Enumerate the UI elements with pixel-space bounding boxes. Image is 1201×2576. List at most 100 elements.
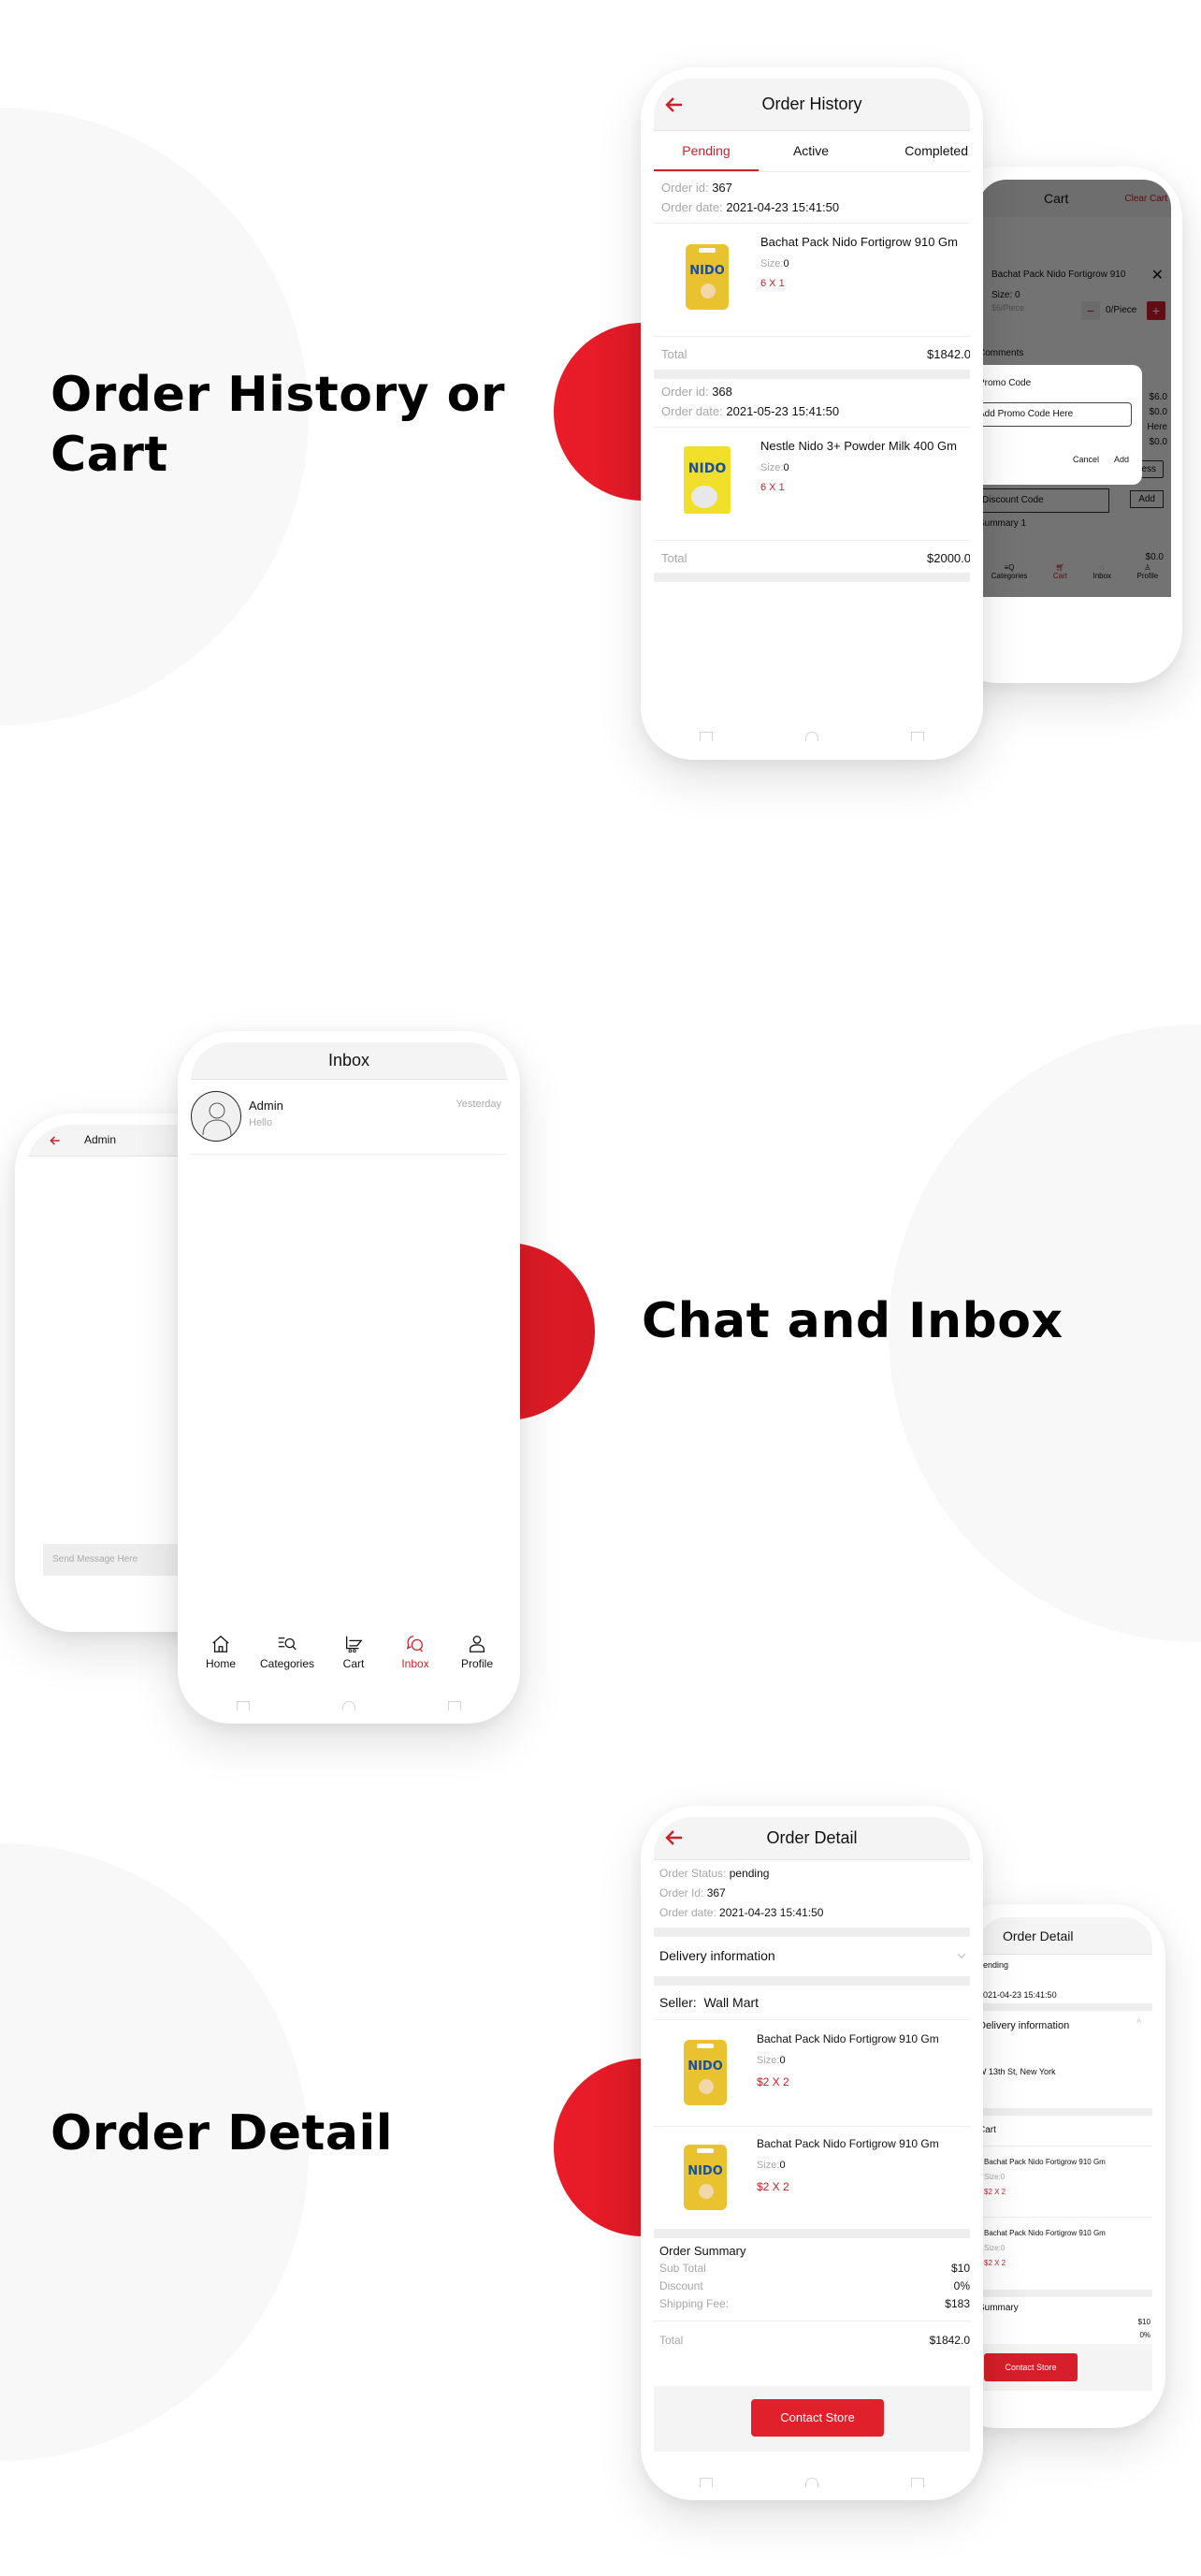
nav-cart[interactable]: Cart — [326, 1634, 382, 1681]
categories-search-icon — [278, 1637, 297, 1651]
promo-code-input[interactable]: Add Promo Code Here — [978, 402, 1132, 427]
delivery-info-header[interactable]: Delivery information — [654, 1937, 970, 1976]
order-total: $1842.0 — [929, 2334, 970, 2347]
order-history-phone: Order History Pending Active Completed O… — [641, 67, 983, 760]
home-system-button[interactable] — [804, 2478, 818, 2487]
order-meta: Order Status: pending Order Id: 367 Orde… — [659, 1867, 824, 1919]
back-system-button[interactable] — [910, 2478, 924, 2487]
order-detail-back-screen: Order Detail pending 2021-04-23 15:41:50… — [978, 1917, 1152, 2404]
order-total: $2000.0 — [927, 550, 970, 565]
inbox-phone: Inbox Admin Hello Yesterday Home Categor… — [178, 1031, 520, 1724]
contact-store-button[interactable]: Contact Store — [751, 2399, 884, 2437]
page-title: Order History — [761, 95, 862, 113]
recent-apps-button[interactable] — [700, 2478, 714, 2487]
product-image: NIDO — [684, 2145, 727, 2210]
recent-apps-button[interactable] — [237, 1701, 251, 1710]
product-image: NIDO — [684, 2040, 727, 2105]
tab-completed[interactable]: Completed — [863, 131, 970, 171]
svg-text:NIDO: NIDO — [689, 264, 725, 278]
nav-home[interactable]: Home — [193, 1634, 249, 1681]
promo-code-dialog: Promo Code Add Promo Code Here Cancel Ad… — [978, 365, 1142, 485]
contact-store-button[interactable]: Contact Store — [984, 2353, 1078, 2381]
order-id: 368 — [712, 385, 732, 399]
page-title: Inbox — [327, 1051, 370, 1070]
back-arrow-icon[interactable] — [663, 1826, 686, 1849]
tab-pending[interactable]: Pending — [654, 131, 759, 171]
order-history-screen: Order History Pending Active Completed O… — [654, 79, 970, 749]
seller-info: Seller: Wall Mart — [659, 1995, 760, 2010]
seller-name: Wall Mart — [703, 1995, 760, 2010]
cart-screen: Cart Clear Cart Bachat Pack Nido Fortigr… — [978, 180, 1171, 648]
order-item: Bachat Pack Nido Fortigrow 910 Gm Size:0… — [984, 2229, 1106, 2267]
home-icon — [212, 1635, 229, 1652]
back-system-button[interactable] — [910, 732, 924, 741]
product-size: 0 — [779, 2160, 786, 2171]
product-qty: 6 X 1 — [760, 482, 785, 493]
system-nav-bar — [191, 1701, 507, 1710]
order-history-appbar: Order History — [654, 79, 970, 131]
avatar — [191, 1091, 241, 1142]
thread-time: Yesterday — [456, 1099, 501, 1110]
bottom-nav: Home Categories Cart Inbox Profile — [191, 1634, 507, 1681]
summary-title: Order Summary — [659, 2244, 746, 2258]
product-name: Bachat Pack Nido Fortigrow 910 Gm — [760, 235, 958, 249]
delivery-info-header[interactable]: Delivery information — [978, 2020, 1069, 2031]
order-id: 367 — [706, 1886, 726, 1899]
back-arrow-icon[interactable] — [49, 1134, 62, 1147]
chat-title: Admin — [84, 1133, 117, 1146]
nav-inbox[interactable]: Inbox — [387, 1634, 443, 1681]
action-bar: Contact Store — [654, 2386, 970, 2452]
svg-text:NIDO: NIDO — [687, 2059, 723, 2074]
user-placeholder-icon — [202, 1102, 232, 1136]
svg-text:NIDO: NIDO — [688, 461, 727, 476]
order-item[interactable]: NIDO Bachat Pack Nido Fortigrow 910 Gm S… — [654, 2126, 970, 2231]
chat-bubbles-icon — [406, 1636, 423, 1652]
summary-row: Sub Total $10 — [659, 2262, 970, 2275]
order-detail-screen: Order Detail Order Status: pending Order… — [654, 1817, 970, 2489]
chevron-down-icon[interactable] — [957, 1952, 966, 1959]
order-card[interactable]: Order id: 367 Order date: 2021-04-23 15:… — [654, 178, 970, 371]
section-title-order-detail: Order Detail — [51, 2105, 394, 2161]
order-detail-appbar: Order Detail — [654, 1817, 970, 1860]
inbox-thread[interactable]: Admin Hello Yesterday — [191, 1080, 507, 1155]
home-system-button[interactable] — [804, 732, 818, 741]
back-arrow-icon[interactable] — [663, 94, 686, 116]
promo-cancel-button[interactable]: Cancel — [1073, 455, 1099, 464]
order-id: 367 — [712, 181, 732, 195]
order-detail-phone: Order Detail Order Status: pending Order… — [641, 1806, 983, 2500]
chevron-up-icon[interactable]: ^ — [1136, 2018, 1141, 2029]
order-total-row: Total $1842.0 — [659, 2334, 970, 2347]
order-date: 2021-04-23 15:41:50 — [726, 200, 840, 214]
order-date: 2021-04-23 15:41:50 — [978, 1990, 1057, 2000]
cart-icon — [346, 1636, 363, 1653]
nav-categories[interactable]: Categories — [254, 1634, 320, 1681]
tab-active[interactable]: Active — [759, 131, 863, 171]
address-line-2: W 13th St, New York — [978, 2067, 1056, 2076]
product-image: NIDO — [684, 446, 731, 514]
order-summary: Order Summary Sub Total $10 Discount 0% Sh… — [659, 2244, 970, 2313]
promo-add-button[interactable]: Add — [1114, 455, 1129, 464]
order-item: Bachat Pack Nido Fortigrow 910 Gm Size:0… — [984, 2158, 1106, 2196]
order-detail-back-appbar: Order Detail — [978, 1917, 1152, 1955]
back-system-button[interactable] — [447, 1701, 461, 1710]
order-status: pending — [729, 1867, 770, 1880]
section-title-order-history: Order History or Cart — [51, 367, 505, 483]
product-image: NIDO — [686, 244, 729, 310]
order-item[interactable]: NIDO Bachat Pack Nido Fortigrow 910 Gm S… — [654, 2021, 970, 2126]
product-size: 0 — [783, 258, 789, 269]
svg-text:NIDO: NIDO — [687, 2164, 723, 2178]
nav-profile[interactable]: Profile — [449, 1634, 505, 1681]
page-title: Order Detail — [766, 1828, 858, 1847]
order-total: $1842.0 — [927, 346, 970, 361]
product-name: Nestle Nido 3+ Powder Milk 400 Gm — [760, 439, 957, 453]
system-nav-bar — [654, 732, 970, 741]
inbox-screen: Inbox Admin Hello Yesterday Home Categor… — [191, 1042, 507, 1712]
order-card[interactable]: Order id: 368 Order date: 2021-05-23 15:… — [654, 382, 970, 575]
product-qty: 6 X 1 — [760, 278, 785, 289]
summary-row: Shipping Fee: $183 — [659, 2297, 970, 2310]
thread-preview: Hello — [249, 1117, 273, 1128]
recent-apps-button[interactable] — [700, 732, 714, 741]
home-system-button[interactable] — [341, 1701, 355, 1710]
promo-dialog-title: Promo Code — [978, 378, 1032, 388]
summary-values: $10 0% — [1137, 2318, 1150, 2339]
